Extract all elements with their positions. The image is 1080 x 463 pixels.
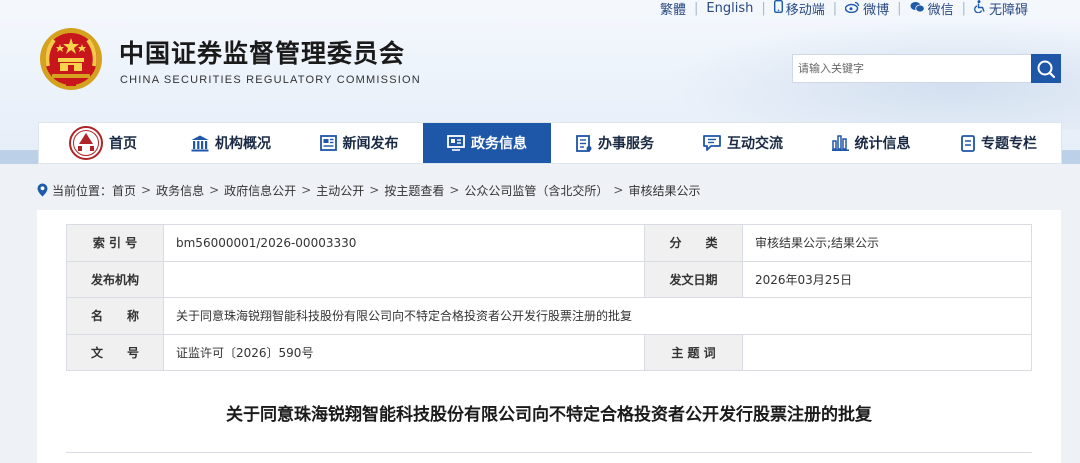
breadcrumb-item-disclosure[interactable]: 政府信息公开 <box>224 182 296 199</box>
divider: | <box>832 0 838 16</box>
table-row: 名 称 关于同意珠海锐翔智能科技股份有限公司向不特定合格投资者公开发行股票注册的… <box>66 297 1032 335</box>
issuer-value <box>163 260 645 298</box>
weibo-link-label: 微博 <box>863 2 890 18</box>
wechat-link[interactable]: 微信 <box>910 0 954 18</box>
phone-icon <box>773 0 783 16</box>
issue-date-value: 2026年03月25日 <box>742 260 1032 298</box>
breadcrumb-item-active-disclosure[interactable]: 主动公开 <box>316 182 364 199</box>
keywords-value <box>742 333 1032 371</box>
search-box <box>792 54 1032 83</box>
building-icon <box>191 135 209 152</box>
top-utility-links: 繁體 | English | 移动端 | 微博 | 微信 | 无障碍 <box>660 0 1028 18</box>
breadcrumb-separator: > <box>613 183 624 197</box>
breadcrumb-item-public-company[interactable]: 公众公司监管（含北交所） <box>464 182 608 199</box>
index-number-value: bm56000001/2026-00003330 <box>163 224 645 262</box>
site-title: 中国证券监督管理委员会 <box>119 39 406 68</box>
index-number-label: 索 引 号 <box>66 224 164 262</box>
table-row: 索 引 号 bm56000001/2026-00003330 分 类 审核结果公… <box>66 224 1032 262</box>
form-icon <box>576 134 592 152</box>
breadcrumb-separator: > <box>209 183 220 197</box>
mobile-link-label: 移动端 <box>785 2 825 18</box>
breadcrumb-separator: > <box>369 183 380 197</box>
nav-item-special-topics[interactable]: 专题专栏 <box>935 123 1063 163</box>
accessibility-link-label: 无障碍 <box>988 2 1028 18</box>
document-metadata-table: 索 引 号 bm56000001/2026-00003330 分 类 审核结果公… <box>66 224 1032 371</box>
national-emblem-logo[interactable] <box>38 26 104 92</box>
weibo-link[interactable]: 微博 <box>844 0 890 18</box>
divider: | <box>761 0 766 16</box>
news-icon <box>319 135 337 151</box>
divider: | <box>897 0 902 16</box>
nav-item-label: 统计信息 <box>854 136 911 152</box>
accessibility-link[interactable]: 无障碍 <box>974 0 1028 18</box>
nav-item-label: 首页 <box>109 136 137 152</box>
nav-item-news[interactable]: 新闻发布 <box>295 123 423 163</box>
nav-item-label: 机构概况 <box>215 136 271 152</box>
nav-item-services[interactable]: 办事服务 <box>551 123 679 163</box>
site-subtitle: CHINA SECURITIES REGULATORY COMMISSION <box>120 74 421 86</box>
breadcrumb-item-review-results[interactable]: 审核结果公示 <box>628 182 700 199</box>
mobile-link[interactable]: 移动端 <box>773 0 825 18</box>
search-icon <box>1036 59 1056 79</box>
name-label: 名 称 <box>66 297 164 335</box>
nav-item-label: 专题专栏 <box>981 136 1037 152</box>
wechat-link-label: 微信 <box>927 2 954 18</box>
wheelchair-icon <box>974 0 986 16</box>
issue-date-label: 发文日期 <box>644 260 743 298</box>
breadcrumb-item-by-topic[interactable]: 按主题查看 <box>384 182 444 199</box>
document-number-value: 证监许可〔2026〕590号 <box>163 333 645 371</box>
nav-item-home[interactable]: 首页 <box>39 123 167 163</box>
breadcrumb-item-home[interactable]: 首页 <box>112 182 136 199</box>
document-number-label: 文 号 <box>66 333 164 371</box>
location-pin-icon <box>37 183 48 197</box>
nav-item-label: 办事服务 <box>598 136 654 152</box>
monitor-icon <box>447 135 465 151</box>
category-value: 审核结果公示;结果公示 <box>742 224 1032 262</box>
nav-item-interaction[interactable]: 互动交流 <box>679 123 807 163</box>
divider: | <box>961 0 966 16</box>
category-label: 分 类 <box>644 224 743 262</box>
divider: | <box>694 0 699 16</box>
keywords-label: 主 题 词 <box>644 333 743 371</box>
name-value: 关于同意珠海锐翔智能科技股份有限公司向不特定合格投资者公开发行股票注册的批复 <box>163 297 1032 335</box>
nav-item-organization[interactable]: 机构概况 <box>167 123 295 163</box>
breadcrumb-separator: > <box>449 183 460 197</box>
nav-item-government-info[interactable]: 政务信息 <box>423 123 551 163</box>
document-icon <box>961 134 975 152</box>
search-input[interactable] <box>793 55 1023 82</box>
issuer-label: 发布机构 <box>66 260 164 298</box>
weibo-icon <box>844 1 860 16</box>
bar-chart-icon <box>831 135 849 151</box>
nav-item-label: 政务信息 <box>471 136 527 152</box>
breadcrumb-separator: > <box>301 183 312 197</box>
breadcrumb-item-government-info[interactable]: 政务信息 <box>156 182 204 199</box>
nav-item-label: 新闻发布 <box>342 136 399 152</box>
breadcrumb: 当前位置： 首页 > 政务信息 > 政府信息公开 > 主动公开 > 按主题查看 … <box>37 181 701 199</box>
emblem-icon <box>69 126 103 160</box>
divider <box>66 452 1032 453</box>
english-link[interactable]: English <box>706 1 753 16</box>
chat-icon <box>703 135 721 151</box>
table-row: 文 号 证监许可〔2026〕590号 主 题 词 <box>66 333 1032 371</box>
main-nav: 首页 机构概况 新闻发布 政务信息 办事服务 互动交流 统计信息 专题专栏 <box>38 122 1062 164</box>
traditional-chinese-link[interactable]: 繁體 <box>660 0 686 18</box>
breadcrumb-prefix: 当前位置： <box>52 183 113 198</box>
nav-item-statistics[interactable]: 统计信息 <box>807 123 935 163</box>
table-row: 发布机构 发文日期 2026年03月25日 <box>66 260 1032 298</box>
search-button[interactable] <box>1031 54 1061 83</box>
wechat-icon <box>910 1 925 16</box>
document-title: 关于同意珠海锐翔智能科技股份有限公司向不特定合格投资者公开发行股票注册的批复 <box>226 405 872 425</box>
nav-item-label: 互动交流 <box>727 136 783 152</box>
breadcrumb-separator: > <box>141 183 152 197</box>
